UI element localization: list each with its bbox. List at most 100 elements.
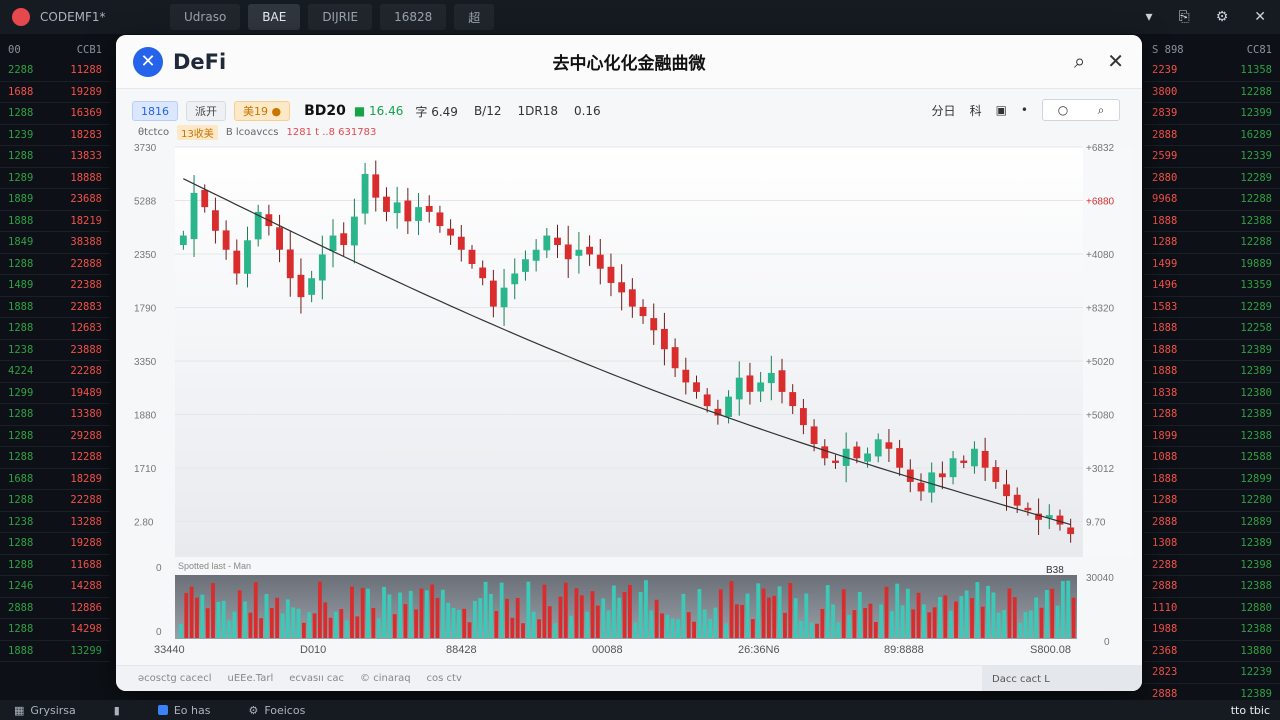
left-list-row[interactable]: 1239 18283	[0, 125, 110, 146]
left-list-row[interactable]: 1888 18219	[0, 211, 110, 232]
price-axis-right-label: +4080	[1086, 250, 1115, 261]
volume-axis-right-label: 0	[1104, 637, 1110, 648]
footer-item-0[interactable]: əcosctg cacecl	[138, 673, 211, 684]
toolbar-right-item-0[interactable]: 分日	[932, 102, 956, 119]
left-list-row[interactable]: 1238 13288	[0, 512, 110, 533]
candlestick-chart[interactable]: 3730 5288 2350 1790 3350 1880 1710 2.80 +6832 +68…	[116, 135, 1142, 665]
right-list-row[interactable]: 1288 12288	[1144, 232, 1280, 254]
right-list-row[interactable]: 2880 12289	[1144, 168, 1280, 189]
right-list-row[interactable]: 2888 16289	[1144, 125, 1280, 146]
left-list-row-value: 38388	[70, 236, 102, 249]
left-list-row[interactable]: 1688 19289	[0, 82, 110, 103]
right-list-row[interactable]: 3800 12288	[1144, 82, 1280, 103]
top-tab-4[interactable]: 超	[454, 4, 495, 30]
footer-item-1[interactable]: uEEe.Tarl	[227, 673, 273, 684]
right-list-row[interactable]: 1110 12880	[1144, 598, 1280, 619]
top-tab-3[interactable]: 16828	[380, 4, 447, 30]
left-list-row[interactable]: 1288 13380	[0, 404, 110, 426]
footer-item-4[interactable]: cos ctv	[427, 673, 462, 684]
right-list-row[interactable]: 9968 12288	[1144, 189, 1280, 211]
left-list-row[interactable]: 1289 18888	[0, 168, 110, 189]
mode-chip[interactable]: 派开	[186, 101, 226, 121]
right-list-row[interactable]: 1499 19889	[1144, 254, 1280, 275]
left-list-row[interactable]: 2288 11288	[0, 60, 110, 82]
left-list-row[interactable]: 1888 22883	[0, 297, 110, 318]
left-list-row[interactable]: 1889 23688	[0, 189, 110, 211]
left-list-row[interactable]: 1288 13833	[0, 146, 110, 168]
right-list-row[interactable]: 1888 12899	[1144, 469, 1280, 490]
volume-bar	[1039, 607, 1044, 638]
top-tab-1[interactable]: BAE	[248, 4, 301, 30]
timeframe-chip[interactable]: 1816	[132, 101, 178, 121]
left-list-row[interactable]: 1288 22288	[0, 490, 110, 512]
left-list-row-value: 18888	[70, 171, 102, 184]
left-list-row[interactable]: 1288 29288	[0, 426, 110, 447]
left-list-row[interactable]: 1688 18289	[0, 469, 110, 490]
footer-item-3[interactable]: © cinaraq	[360, 673, 411, 684]
toolbar-item-2[interactable]: 1DR18	[513, 104, 561, 118]
left-list-row[interactable]: 1288 14298	[0, 619, 110, 641]
left-list-row[interactable]: 4224 22288	[0, 361, 110, 383]
right-list-row[interactable]: 2288 12398	[1144, 555, 1280, 576]
taskbar-item-2[interactable]: Eo has	[144, 704, 210, 717]
toolbar-search-box[interactable]: ○ ⌕	[1042, 99, 1120, 121]
left-list-row[interactable]: 1288 12683	[0, 318, 110, 340]
currency-chip[interactable]: 美19 ●	[234, 101, 291, 121]
right-list-row[interactable]: 1308 12389	[1144, 533, 1280, 555]
left-list-row[interactable]: 1489 22388	[0, 275, 110, 297]
toolbar-item-1[interactable]: B/12	[470, 104, 506, 118]
right-list-row-price: 9968	[1152, 193, 1178, 206]
right-list-row[interactable]: 2823 12239	[1144, 662, 1280, 684]
taskbar-item-1[interactable]: ▮	[100, 704, 120, 717]
left-list-row[interactable]: 1299 19489	[0, 383, 110, 404]
left-list-row[interactable]: 1288 12288	[0, 447, 110, 469]
right-list-row[interactable]: 2368 13880	[1144, 641, 1280, 662]
left-list-row[interactable]: 2888 12886	[0, 598, 110, 619]
footer-item-2[interactable]: ecvasıı cac	[289, 673, 344, 684]
chevron-down-icon[interactable]: ▾	[1145, 9, 1152, 25]
right-list-row[interactable]: 2888 12388	[1144, 576, 1280, 598]
right-list-row[interactable]: 1988 12388	[1144, 619, 1280, 641]
right-list-row[interactable]: 1838 12380	[1144, 383, 1280, 404]
toolbar-right-item-1[interactable]: 科	[970, 102, 982, 119]
right-list-row[interactable]: 1888 12388	[1144, 211, 1280, 232]
left-list-row[interactable]: 1288 11688	[0, 555, 110, 576]
toolbar-right-item-3[interactable]: •	[1021, 103, 1028, 117]
candle-body	[874, 439, 882, 457]
left-list-row[interactable]: 1888 13299	[0, 641, 110, 662]
close-icon[interactable]: ✕	[1254, 9, 1266, 25]
right-list-row[interactable]: 1496 13359	[1144, 275, 1280, 297]
right-list-row[interactable]: 1088 12588	[1144, 447, 1280, 469]
right-list-row-price: 1288	[1152, 236, 1178, 249]
document-icon[interactable]: ⎘	[1179, 9, 1190, 25]
left-list-row[interactable]: 1849 38388	[0, 232, 110, 254]
right-list-row[interactable]: 1888 12258	[1144, 318, 1280, 340]
right-list-row[interactable]: 1288 12389	[1144, 404, 1280, 426]
left-list-row[interactable]: 1288 22888	[0, 254, 110, 275]
left-list-row[interactable]: 1238 23888	[0, 340, 110, 361]
close-icon[interactable]: ✕	[1107, 49, 1124, 73]
taskbar-item-3[interactable]: ⚙ Foeicos	[234, 704, 305, 717]
toolbar-item-3[interactable]: 0.16	[570, 104, 605, 118]
right-list-row[interactable]: 1583 12289	[1144, 297, 1280, 318]
settings-icon[interactable]: ⚙	[1216, 9, 1229, 25]
left-list-row[interactable]: 1246 14288	[0, 576, 110, 598]
right-list-row[interactable]: 1888 12389	[1144, 361, 1280, 383]
right-list-row[interactable]: 1888 12389	[1144, 340, 1280, 361]
toolbar-item-0[interactable]: 字 6.49	[411, 103, 462, 120]
search-icon[interactable]: ⌕	[1074, 49, 1085, 73]
top-tab-0[interactable]: Udraso	[170, 4, 241, 30]
candle-body	[233, 250, 241, 274]
taskbar-item-0[interactable]: ▦ Grysirsa	[0, 704, 76, 717]
left-list-row[interactable]: 1288 19288	[0, 533, 110, 555]
left-list-row[interactable]: 1288 16369	[0, 103, 110, 125]
right-list-row[interactable]: 2239 11358	[1144, 60, 1280, 82]
right-list-row[interactable]: 1288 12280	[1144, 490, 1280, 512]
right-list-row[interactable]: 2888 12889	[1144, 512, 1280, 533]
right-list-row[interactable]: 2839 12399	[1144, 103, 1280, 125]
toolbar-right-item-2[interactable]: ▣	[996, 103, 1007, 117]
right-list-row[interactable]: 2599 12339	[1144, 146, 1280, 168]
top-tab-2[interactable]: DIJRIE	[308, 4, 373, 30]
candle-body	[757, 382, 765, 392]
right-list-row[interactable]: 1899 12388	[1144, 426, 1280, 447]
